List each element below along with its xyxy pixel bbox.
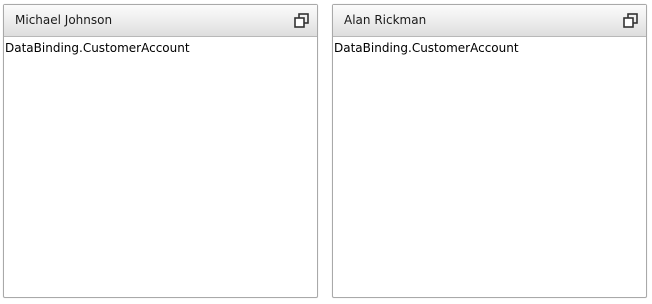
tile-content-text: DataBinding.CustomerAccount — [5, 41, 190, 55]
tile-content: DataBinding.CustomerAccount — [4, 40, 317, 297]
restore-icon[interactable] — [623, 13, 639, 29]
tile-title: Michael Johnson — [15, 13, 113, 27]
tile-content-text: DataBinding.CustomerAccount — [334, 41, 519, 55]
tile-alan-rickman[interactable]: Alan Rickman DataBinding.CustomerAccount — [332, 4, 647, 298]
tile-michael-johnson[interactable]: Michael Johnson DataBinding.CustomerAcco… — [3, 4, 318, 298]
tile-content: DataBinding.CustomerAccount — [333, 40, 646, 297]
tile-header[interactable]: Michael Johnson — [4, 5, 317, 37]
tile-header[interactable]: Alan Rickman — [333, 5, 646, 37]
tile-title: Alan Rickman — [344, 13, 427, 27]
restore-icon[interactable] — [294, 13, 310, 29]
